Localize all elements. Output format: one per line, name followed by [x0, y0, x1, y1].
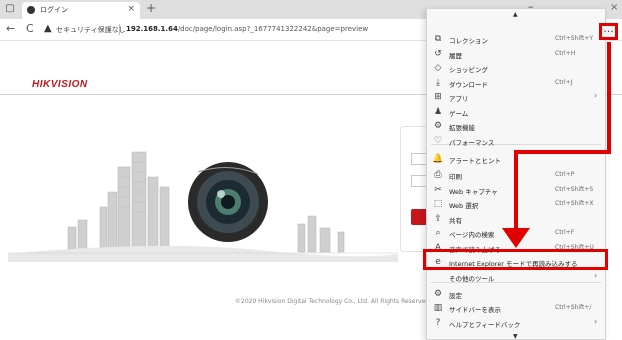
menu-item-label: 印刷: [449, 173, 462, 181]
menu-item-performance[interactable]: ♡ パフォーマンス: [427, 133, 605, 149]
settings-icon: ⚙: [433, 289, 443, 299]
chevron-right-icon: ›: [594, 91, 598, 100]
window-menu-icon[interactable]: ▢: [4, 3, 16, 15]
alerts-icon: 🔔: [432, 154, 444, 164]
warning-icon[interactable]: ▲: [44, 23, 52, 34]
help-icon: ?: [435, 318, 441, 328]
menu-item-alerts[interactable]: 🔔 アラートとヒント: [427, 151, 605, 167]
menu-item-web-select[interactable]: ⬚ Web 選択 Ctrl+Shift+X: [427, 196, 605, 212]
menu-item-shortcut: Ctrl+J: [555, 79, 573, 86]
extensions-icon: ⚙: [433, 121, 443, 131]
menu-item-sidebar[interactable]: ▥ サイドバーを表示 Ctrl+Shift+/: [427, 300, 605, 316]
print-icon: ⎙: [434, 170, 442, 180]
menu-item-label: パフォーマンス: [449, 139, 495, 147]
download-icon: ⤓: [436, 78, 440, 88]
menu-item-label: ゲーム: [449, 110, 469, 118]
history-icon: ↺: [434, 49, 442, 59]
chevron-right-icon: ›: [594, 317, 598, 326]
url-host: 192.168.1.64: [126, 25, 178, 33]
back-button[interactable]: ←: [6, 22, 15, 35]
menu-item-label: ダウンロード: [449, 81, 488, 89]
web-capture-icon: ✂: [434, 185, 442, 195]
menu-item-label: 設定: [449, 292, 462, 300]
menu-item-label: ショッピング: [449, 66, 488, 74]
menu-item-shopping[interactable]: ◇ ショッピング: [427, 60, 605, 76]
menu-item-label: 共有: [449, 217, 462, 225]
tab-close-icon[interactable]: ×: [127, 4, 135, 14]
menu-item-find[interactable]: ⌕ ページ内の検索 Ctrl+F: [427, 225, 605, 241]
menu-item-apps[interactable]: ⊞ アプリ ›: [427, 89, 605, 105]
games-icon: ♟: [433, 107, 443, 117]
scroll-up-icon[interactable]: ▲: [513, 11, 518, 18]
menu-item-more-tools[interactable]: その他のツール ›: [427, 269, 605, 285]
city-camera-illustration: [8, 151, 398, 262]
browser-settings-menu: ▲ ▼ ⧉ コレクション Ctrl+Shift+Y ↺ 履歴 Ctrl+H ◇ ショッピング ⤓…: [426, 8, 606, 340]
new-tab-button[interactable]: +: [146, 1, 156, 15]
copyright-text: ©2020 Hikvision Digital Technology Co., …: [235, 298, 431, 305]
share-icon: ⇪: [434, 214, 442, 224]
menu-item-print[interactable]: ⎙ 印刷 Ctrl+P: [427, 167, 605, 183]
hikvision-logo: HIKVISION: [32, 79, 88, 90]
menu-item-label: 拡張機能: [449, 124, 475, 132]
menu-item-shortcut: Ctrl+P: [555, 171, 575, 178]
menu-item-help[interactable]: ? ヘルプとフィードバック ›: [427, 315, 605, 331]
tab-title: ログイン: [40, 6, 68, 14]
menu-item-label: Web キャプチャ: [449, 188, 498, 196]
menu-item-shortcut: Ctrl+Shift+X: [555, 200, 594, 207]
menu-item-label: アプリ: [449, 95, 469, 103]
web-select-icon: ⬚: [433, 199, 443, 209]
menu-item-label: ヘルプとフィードバック: [449, 321, 521, 329]
more-button[interactable]: ···: [599, 23, 618, 40]
sidebar-icon: ▥: [433, 303, 443, 313]
url-path: /doc/page/login.asp?_1677741322242&page=…: [177, 25, 369, 33]
menu-item-label: アラートとヒント: [449, 157, 501, 165]
scroll-down-icon[interactable]: ▼: [513, 333, 518, 340]
apps-icon: ⊞: [434, 92, 442, 102]
close-window-button[interactable]: ×: [610, 2, 618, 13]
find-icon: ⌕: [435, 228, 441, 238]
menu-item-shortcut: Ctrl+Shift+S: [555, 186, 594, 193]
menu-item-label: 履歴: [449, 52, 462, 60]
menu-item-shortcut: Ctrl+F: [555, 229, 575, 236]
favicon-icon: [27, 6, 35, 14]
tab-login[interactable]: ログイン ×: [22, 2, 140, 19]
url-field[interactable]: 192.168.1.64/doc/page/login.asp?_1677741…: [126, 25, 368, 33]
reload-button[interactable]: C: [26, 22, 34, 35]
menu-item-label: ページ内の検索: [449, 231, 495, 239]
divider: [119, 24, 120, 35]
collections-icon: ⧉: [434, 34, 442, 44]
menu-item-shortcut: Ctrl+Shift+Y: [555, 35, 594, 42]
security-warning[interactable]: セキュリティ保護なし: [56, 25, 126, 35]
menu-item-label: コレクション: [449, 37, 488, 45]
menu-item-collections[interactable]: ⧉ コレクション Ctrl+Shift+Y: [427, 31, 605, 47]
performance-icon: ♡: [433, 136, 443, 146]
menu-item-label: その他のツール: [449, 275, 495, 283]
menu-item-extensions[interactable]: ⚙ 拡張機能: [427, 118, 605, 134]
menu-item-shortcut: Ctrl+Shift+/: [555, 304, 592, 311]
shopping-icon: ◇: [434, 63, 442, 73]
chevron-right-icon: ›: [594, 271, 598, 280]
menu-item-shortcut: Ctrl+H: [555, 50, 576, 57]
highlight-box: [423, 249, 608, 270]
menu-item-label: サイドバーを表示: [449, 306, 501, 314]
menu-item-label: Web 選択: [449, 202, 479, 210]
